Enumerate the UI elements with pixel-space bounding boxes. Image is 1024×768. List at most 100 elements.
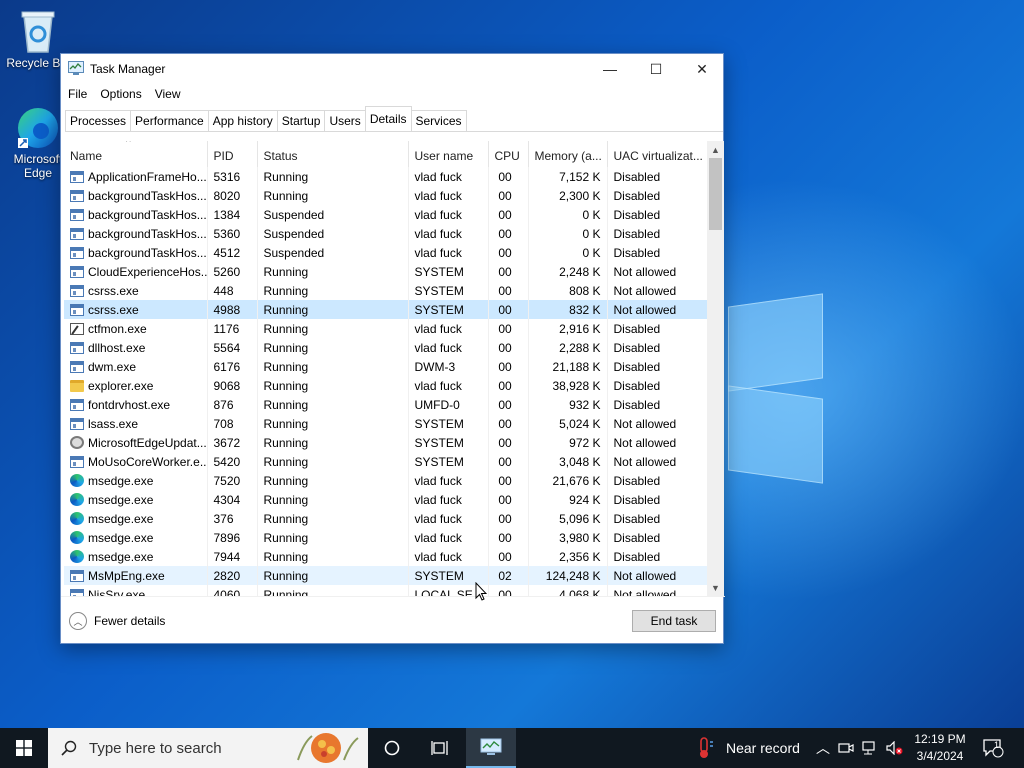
process-name-cell: MoUsoCoreWorker.e... <box>64 452 208 471</box>
table-row[interactable]: NisSrv.exe 4060 Running LOCAL SE... 00 4,068 … <box>64 585 707 596</box>
uac-virtualization-cell: Disabled <box>613 397 661 412</box>
taskbar-task-manager-button[interactable] <box>466 728 516 768</box>
process-name-cell: NisSrv.exe <box>64 585 208 596</box>
start-button[interactable] <box>0 728 48 768</box>
table-row[interactable]: msedge.exe 7896 Running vlad fuck 00 3,980 K D… <box>64 528 707 547</box>
fewer-details-label: Fewer details <box>94 614 166 628</box>
camera-icon <box>838 743 854 753</box>
table-row[interactable]: backgroundTaskHos... 4512 Suspended vlad fu… <box>64 243 707 262</box>
tab-startup[interactable]: Startup <box>276 110 326 131</box>
pid-cell: 876 <box>207 395 258 414</box>
scrollbar-thumb[interactable] <box>709 158 722 230</box>
table-row[interactable]: ctfmon.exe 1176 Running vlad fuck 00 2,916 K D… <box>64 319 707 338</box>
table-row[interactable]: MsMpEng.exe 2820 Running SYSTEM 02 124,248 KN… <box>64 566 707 585</box>
user-name-cell: vlad fuck <box>408 243 489 262</box>
column-header-status[interactable]: Status <box>257 141 409 167</box>
action-center-button[interactable]: 1 <box>982 728 1004 768</box>
table-row[interactable]: explorer.exe 9068 Running vlad fuck 00 38,928… <box>64 376 707 395</box>
pid-cell: 448 <box>207 281 258 300</box>
table-row[interactable]: msedge.exe 4304 Running vlad fuck 00 924 K Dis… <box>64 490 707 509</box>
tab-performance[interactable]: Performance <box>130 110 209 131</box>
table-row[interactable]: CloudExperienceHos... 5260 Running SYSTEM 00… <box>64 262 707 281</box>
column-header-cpu[interactable]: CPU <box>488 141 529 167</box>
edge-icon <box>16 106 60 150</box>
cpu-cell: 00 <box>488 528 529 547</box>
process-name-cell: msedge.exe <box>64 528 208 547</box>
column-header-name[interactable]: ^ Name <box>64 141 208 167</box>
minimize-button[interactable]: — <box>587 54 633 84</box>
table-row[interactable]: fontdrvhost.exe 876 Running UMFD-0 00 932 K Di… <box>64 395 707 414</box>
pid-cell: 5360 <box>207 224 258 243</box>
maximize-button[interactable]: ☐ <box>633 54 679 84</box>
cortana-button[interactable] <box>368 728 416 768</box>
table-row[interactable]: backgroundTaskHos... 1384 Suspended vlad fu… <box>64 205 707 224</box>
scroll-up-icon[interactable]: ▲ <box>707 141 724 158</box>
fewer-details-button[interactable]: ︿ Fewer details <box>69 612 165 630</box>
process-name-label: csrss.exe <box>88 283 139 298</box>
title-bar[interactable]: Task Manager — ☐ ✕ <box>61 54 723 84</box>
taskbar-clock[interactable]: 12:19 PM 3/4/2024 <box>904 731 976 765</box>
vertical-scrollbar[interactable]: ▲ ▼ <box>707 141 724 596</box>
pid-cell: 8020 <box>207 186 258 205</box>
column-header-uac-virtualization[interactable]: UAC virtualizat... <box>607 141 707 167</box>
table-row[interactable]: backgroundTaskHos... 5360 Suspended vlad fu… <box>64 224 707 243</box>
taskbar-search-box[interactable]: Type here to search <box>48 728 368 768</box>
end-task-button[interactable]: End task <box>632 610 716 632</box>
cpu-cell: 00 <box>488 205 529 224</box>
menu-bar: File Options View <box>61 84 187 106</box>
column-header-user-name[interactable]: User name <box>408 141 489 167</box>
task-manager-window: Task Manager — ☐ ✕ File Options View Pro… <box>60 53 725 644</box>
tab-services[interactable]: Services <box>410 110 467 131</box>
process-name-label: csrss.exe <box>88 302 139 317</box>
table-row[interactable]: backgroundTaskHos... 8020 Running vlad fuck… <box>64 186 707 205</box>
memory-cell: 2,916 K <box>528 319 608 338</box>
status-cell: Running <box>257 490 409 509</box>
windows-logo-graphic <box>728 290 828 484</box>
tab-processes[interactable]: Processes <box>65 110 132 131</box>
edge-icon <box>70 493 84 506</box>
table-row[interactable]: msedge.exe 7944 Running vlad fuck 00 2,356 K D… <box>64 547 707 566</box>
app-window-icon <box>70 170 84 183</box>
user-name-cell: vlad fuck <box>408 509 489 528</box>
pid-cell: 7896 <box>207 528 258 547</box>
memory-cell: 124,248 K <box>528 566 608 585</box>
table-row[interactable]: dwm.exe 6176 Running DWM-3 00 21,188 K Disable… <box>64 357 707 376</box>
show-hidden-icons-button[interactable]: ︿ <box>816 728 830 768</box>
menu-options[interactable]: Options <box>93 84 147 106</box>
status-cell: Running <box>257 433 409 452</box>
table-row[interactable]: msedge.exe 7520 Running vlad fuck 00 21,676 K… <box>64 471 707 490</box>
scroll-down-icon[interactable]: ▼ <box>707 579 724 596</box>
weather-widget[interactable]: Near record <box>696 728 800 768</box>
process-name-label: MoUsoCoreWorker.e... <box>88 454 207 469</box>
uac-virtualization-cell: Disabled <box>613 321 661 336</box>
table-row[interactable]: csrss.exe 4988 Running SYSTEM 00 832 K Not all… <box>64 300 707 319</box>
network-button[interactable] <box>862 728 880 768</box>
column-header-pid[interactable]: PID <box>207 141 258 167</box>
volume-button[interactable] <box>886 728 904 768</box>
column-header-memory[interactable]: Memory (a... <box>528 141 608 167</box>
meet-now-button[interactable] <box>838 728 854 768</box>
process-name-cell: backgroundTaskHos... <box>64 243 208 262</box>
app-window-icon <box>70 417 84 430</box>
process-name-cell: dllhost.exe <box>64 338 208 357</box>
tab-details[interactable]: Details <box>364 106 412 131</box>
tab-users[interactable]: Users <box>324 110 366 131</box>
table-row[interactable]: lsass.exe 708 Running SYSTEM 00 5,024 K Not al… <box>64 414 707 433</box>
table-row[interactable]: MicrosoftEdgeUpdat... 3672 Running SYSTEM 00… <box>64 433 707 452</box>
table-row[interactable]: dllhost.exe 5564 Running vlad fuck 00 2,288 K… <box>64 338 707 357</box>
table-row[interactable]: MoUsoCoreWorker.e... 5420 Running SYSTEM 00 3… <box>64 452 707 471</box>
task-view-button[interactable] <box>416 728 464 768</box>
menu-view[interactable]: View <box>148 84 187 106</box>
menu-file[interactable]: File <box>61 84 93 106</box>
clock-date: 3/4/2024 <box>916 749 964 763</box>
status-cell: Running <box>257 395 409 414</box>
table-row[interactable]: msedge.exe 376 Running vlad fuck 00 5,096 K Di… <box>64 509 707 528</box>
close-button[interactable]: ✕ <box>679 54 725 84</box>
app-window-icon <box>70 398 84 411</box>
table-row[interactable]: csrss.exe 448 Running SYSTEM 00 808 K Not allo… <box>64 281 707 300</box>
tab-app-history[interactable]: App history <box>207 110 278 131</box>
process-name-cell: CloudExperienceHos... <box>64 262 208 281</box>
process-name-cell: csrss.exe <box>64 281 208 300</box>
table-row[interactable]: ApplicationFrameHo... 5316 Running vlad fuc… <box>64 167 707 186</box>
uac-virtualization-cell: Not allowed <box>607 300 707 319</box>
